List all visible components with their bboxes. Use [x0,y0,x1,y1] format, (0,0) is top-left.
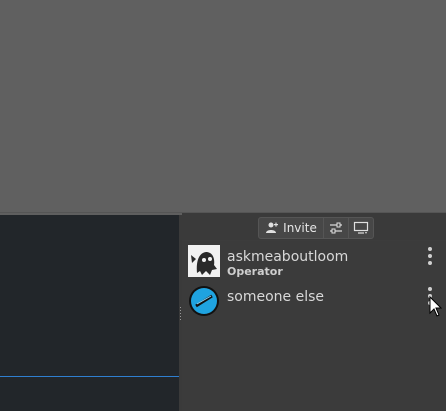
member-name: askmeaboutloom [227,249,349,265]
member-name: someone else [227,289,325,305]
user-list-toolbar: Invite [182,213,446,240]
chat-panel[interactable] [0,215,179,411]
toolbar-button-group: Invite [258,217,374,239]
member-role: Operator [227,265,283,278]
blue-circle-avatar-icon [189,286,219,316]
invite-button[interactable]: Invite [259,218,323,238]
screen-button[interactable] [348,218,373,238]
user-settings-button[interactable] [323,218,348,238]
user-list: askmeaboutloom Operator someone else [182,241,446,411]
invite-label: Invite [283,221,317,235]
ghost-avatar-icon [188,245,220,277]
user-list-panel: Invite askmeaboutloom Operator someone e… [182,213,446,411]
add-user-icon [266,222,279,233]
sliders-icon [330,222,342,234]
member-menu-button[interactable] [426,247,434,269]
splitter-grip-icon [180,307,181,321]
canvas-area[interactable] [0,0,446,213]
monitor-icon [353,221,369,234]
mouse-cursor-icon [429,296,443,317]
list-item[interactable]: askmeaboutloom Operator [188,243,444,278]
list-item[interactable]: someone else [188,283,444,317]
accent-line [0,376,179,377]
